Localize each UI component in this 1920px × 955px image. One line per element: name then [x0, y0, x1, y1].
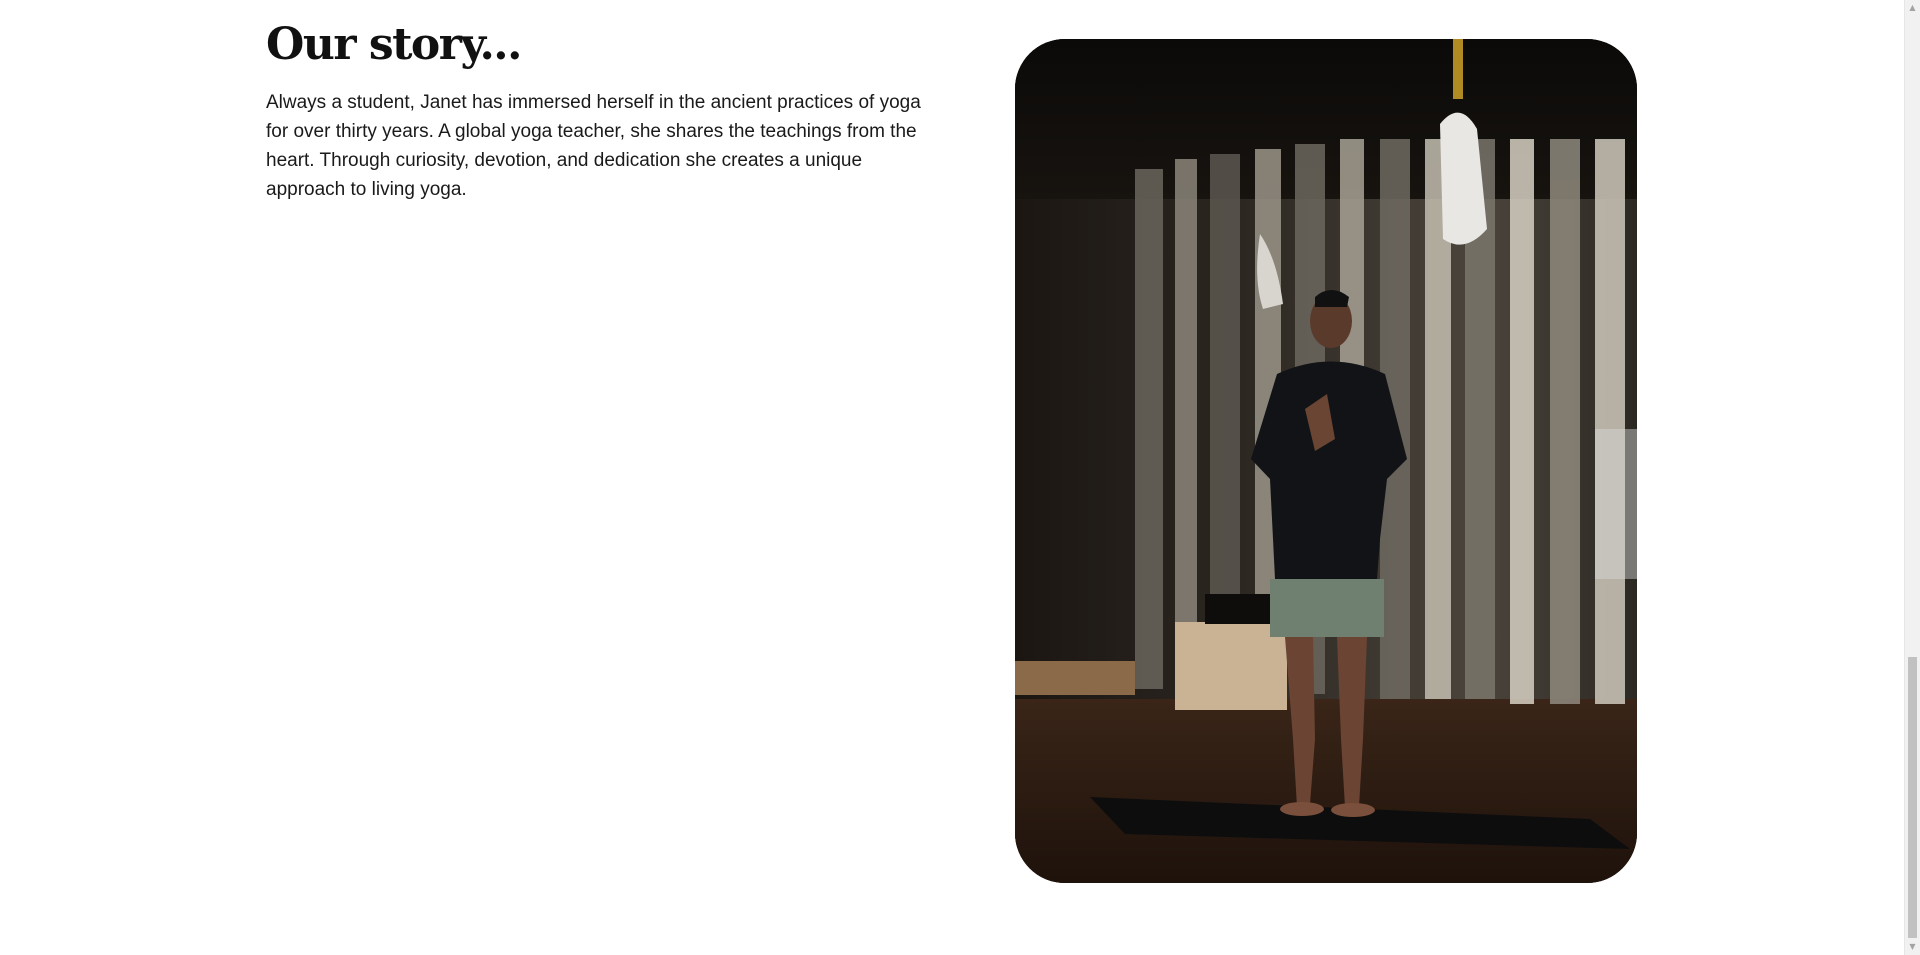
section-heading: Our story...: [266, 19, 522, 70]
scroll-up-arrow-icon[interactable]: ▲: [1905, 0, 1920, 16]
yoga-photo: [1015, 39, 1637, 883]
scroll-down-arrow-icon[interactable]: ▼: [1905, 939, 1920, 955]
story-paragraph: Always a student, Janet has immersed her…: [266, 92, 921, 200]
page: Our story... Always a student, Janet has…: [0, 0, 1920, 955]
vertical-scrollbar[interactable]: ▲ ▼: [1904, 0, 1920, 955]
scrollbar-thumb[interactable]: [1908, 657, 1917, 938]
our-story-section: Our story... Always a student, Janet has…: [266, 18, 946, 204]
